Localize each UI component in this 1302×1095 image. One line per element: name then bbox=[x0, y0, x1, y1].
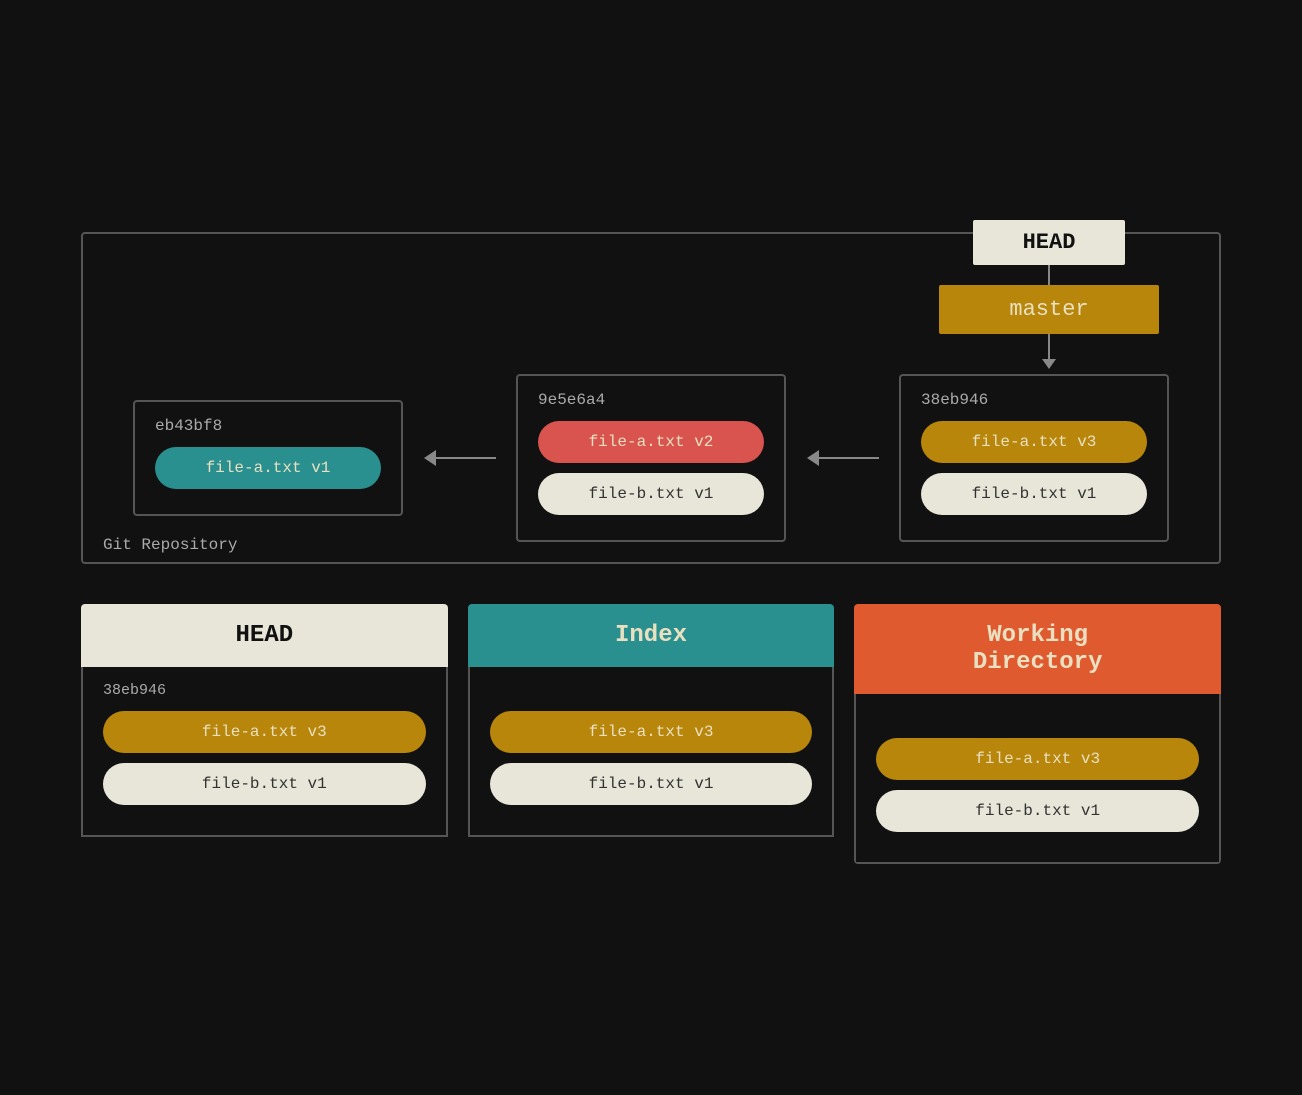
git-repository-box: HEAD master eb43bf8 file-a.txt v1 bbox=[81, 232, 1221, 564]
working-dir-panel: Working Directory file-a.txt v3 file-b.t… bbox=[854, 604, 1221, 864]
bottom-section: HEAD 38eb946 file-a.txt v3 file-b.txt v1… bbox=[81, 604, 1221, 864]
arrow-head-left-2 bbox=[807, 450, 819, 466]
pill-file-a-v1: file-a.txt v1 bbox=[155, 447, 381, 489]
head-panel-pill-file-a: file-a.txt v3 bbox=[103, 711, 426, 753]
commits-row: eb43bf8 file-a.txt v1 9e5e6a4 file-a.txt… bbox=[113, 374, 1189, 542]
arrow-commit2-to-commit1 bbox=[403, 450, 516, 466]
working-dir-panel-hash bbox=[876, 709, 1199, 726]
index-panel-hash bbox=[490, 682, 813, 699]
head-panel-pill-file-b: file-b.txt v1 bbox=[103, 763, 426, 805]
pill-file-b-v1-commit2: file-b.txt v1 bbox=[538, 473, 764, 515]
head-panel: HEAD 38eb946 file-a.txt v3 file-b.txt v1 bbox=[81, 604, 448, 864]
working-dir-panel-header: Working Directory bbox=[854, 604, 1221, 694]
main-container: HEAD master eb43bf8 file-a.txt v1 bbox=[51, 202, 1251, 894]
commit-9e5e6a4: 9e5e6a4 file-a.txt v2 file-b.txt v1 bbox=[516, 374, 786, 542]
arrow-line-1 bbox=[436, 457, 496, 459]
index-panel-pill-file-a: file-a.txt v3 bbox=[490, 711, 813, 753]
pill-file-b-v1-commit3: file-b.txt v1 bbox=[921, 473, 1147, 515]
pill-file-a-v3-commit3: file-a.txt v3 bbox=[921, 421, 1147, 463]
commit-hash-3: 38eb946 bbox=[921, 391, 1147, 409]
arrow-head-left-1 bbox=[424, 450, 436, 466]
index-panel-header: Index bbox=[468, 604, 835, 667]
index-panel-pill-file-b: file-b.txt v1 bbox=[490, 763, 813, 805]
arrow-commit3-to-commit2 bbox=[786, 450, 899, 466]
working-dir-panel-pill-file-a: file-a.txt v3 bbox=[876, 738, 1199, 780]
commit-38eb946: 38eb946 file-a.txt v3 file-b.txt v1 bbox=[899, 374, 1169, 542]
arrow-line-2 bbox=[819, 457, 879, 459]
master-to-commit-arrow bbox=[1042, 334, 1056, 369]
head-panel-header: HEAD bbox=[81, 604, 448, 667]
master-label: master bbox=[939, 285, 1159, 334]
head-panel-hash: 38eb946 bbox=[103, 682, 426, 699]
commit-eb43bf8: eb43bf8 file-a.txt v1 bbox=[133, 400, 403, 516]
index-panel-body: file-a.txt v3 file-b.txt v1 bbox=[468, 667, 835, 837]
head-master-connector bbox=[1048, 265, 1050, 285]
working-dir-panel-pill-file-b: file-b.txt v1 bbox=[876, 790, 1199, 832]
pill-file-a-v2: file-a.txt v2 bbox=[538, 421, 764, 463]
index-panel: Index file-a.txt v3 file-b.txt v1 bbox=[468, 604, 835, 864]
head-panel-body: 38eb946 file-a.txt v3 file-b.txt v1 bbox=[81, 667, 448, 837]
working-dir-panel-body: file-a.txt v3 file-b.txt v1 bbox=[854, 694, 1221, 864]
commit-hash-1: eb43bf8 bbox=[155, 417, 381, 435]
head-label-repo: HEAD bbox=[973, 220, 1126, 265]
commit-hash-2: 9e5e6a4 bbox=[538, 391, 764, 409]
git-repo-label: Git Repository bbox=[103, 536, 237, 554]
